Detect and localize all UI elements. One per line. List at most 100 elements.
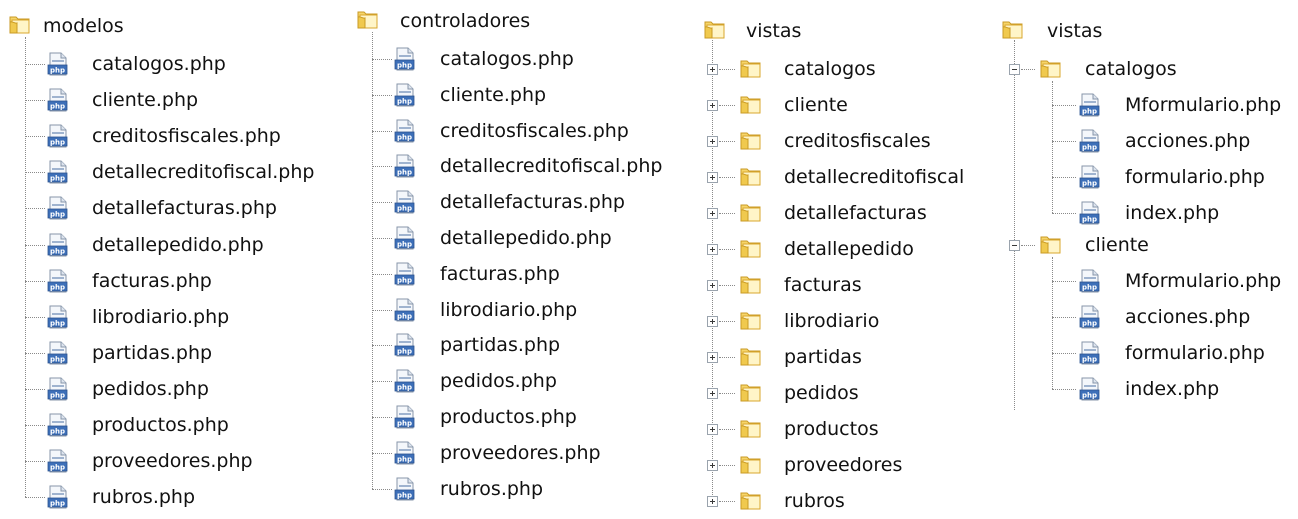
tree-item-file[interactable]: php detallecreditofiscal.php bbox=[350, 154, 680, 184]
tree-root-folder[interactable]: vistas bbox=[995, 18, 1295, 48]
tree-item-folder[interactable]: librodiario bbox=[695, 309, 985, 339]
tree-item-label: controladores bbox=[400, 10, 531, 32]
tree-item-label: catalogos.php bbox=[440, 48, 574, 70]
tree-item-label: creditosfiscales.php bbox=[92, 125, 281, 148]
tree-item-file[interactable]: php pedidos.php bbox=[350, 369, 680, 399]
svg-text:php: php bbox=[1082, 284, 1097, 292]
tree-item-folder[interactable]: cliente bbox=[695, 93, 985, 123]
php-file-icon: php bbox=[1079, 305, 1101, 329]
tree-item-label: cliente bbox=[784, 94, 848, 116]
php-file-icon: php bbox=[47, 124, 69, 148]
svg-text:php: php bbox=[50, 103, 65, 111]
tree-item-folder[interactable]: catalogos bbox=[695, 57, 985, 87]
tree-item-label: partidas.php bbox=[92, 341, 213, 364]
svg-text:php: php bbox=[50, 247, 65, 255]
php-file-icon: php bbox=[47, 305, 69, 329]
tree-item-file[interactable]: php facturas.php bbox=[350, 262, 680, 292]
tree-item-folder[interactable]: detallepedido bbox=[695, 237, 985, 267]
tree-root-folder[interactable]: controladores bbox=[350, 8, 680, 38]
php-file-icon: php bbox=[47, 160, 69, 184]
tree-root-folder[interactable]: modelos bbox=[0, 13, 340, 43]
tree-item-file[interactable]: php acciones.php bbox=[995, 129, 1295, 159]
tree-item-file[interactable]: php librodiario.php bbox=[350, 298, 680, 328]
folder-icon bbox=[703, 18, 727, 40]
tree-item-file[interactable]: php productos.php bbox=[350, 405, 680, 435]
tree-item-folder[interactable]: facturas bbox=[695, 273, 985, 303]
php-file-icon: php bbox=[47, 52, 69, 76]
php-file-icon: php bbox=[47, 269, 69, 293]
tree-item-file[interactable]: php librodiario.php bbox=[0, 305, 340, 335]
tree-item-folder[interactable]: detallefacturas bbox=[695, 201, 985, 231]
tree-item-file[interactable]: php proveedores.php bbox=[350, 441, 680, 471]
folder-icon bbox=[739, 165, 763, 187]
php-file-icon: php bbox=[394, 477, 416, 501]
tree-item-folder[interactable]: detallecreditofiscal bbox=[695, 165, 985, 195]
tree-item-label: acciones.php bbox=[1125, 306, 1251, 328]
tree-item-label: librodiario.php bbox=[440, 298, 578, 321]
tree-item-file[interactable]: php index.php bbox=[995, 201, 1295, 231]
php-file-icon: php bbox=[394, 405, 416, 429]
tree-item-file[interactable]: php formulario.php bbox=[995, 165, 1295, 195]
tree-item-file[interactable]: php partidas.php bbox=[0, 341, 340, 371]
php-file-icon: php bbox=[1079, 129, 1101, 153]
tree-item-folder[interactable]: proveedores bbox=[695, 453, 985, 483]
tree-item-folder[interactable]: productos bbox=[695, 417, 985, 447]
tree-item-file[interactable]: php catalogos.php bbox=[350, 47, 680, 77]
tree-item-file[interactable]: php detallepedido.php bbox=[350, 226, 680, 256]
folder-icon bbox=[356, 8, 380, 30]
tree-item-label: creditosfiscales bbox=[784, 130, 931, 152]
svg-text:php: php bbox=[397, 169, 412, 177]
tree-item-file[interactable]: php index.php bbox=[995, 377, 1295, 407]
tree-item-folder[interactable]: pedidos bbox=[695, 381, 985, 411]
tree-item-file[interactable]: php detallefacturas.php bbox=[0, 196, 340, 226]
tree-item-label: detallepedido.php bbox=[440, 227, 612, 249]
tree-item-folder[interactable]: catalogos bbox=[995, 57, 1295, 87]
tree-item-label: rubros bbox=[784, 490, 845, 512]
folder-icon bbox=[739, 57, 763, 79]
tree-item-file[interactable]: php partidas.php bbox=[350, 333, 680, 363]
tree-item-folder[interactable]: partidas bbox=[695, 345, 985, 375]
tree-item-file[interactable]: php cliente.php bbox=[350, 83, 680, 113]
tree-item-file[interactable]: php detallepedido.php bbox=[0, 233, 340, 263]
tree-item-file[interactable]: php cliente.php bbox=[0, 88, 340, 118]
php-file-icon: php bbox=[394, 154, 416, 178]
php-file-icon: php bbox=[394, 262, 416, 286]
tree-item-file[interactable]: php rubros.php bbox=[0, 485, 340, 515]
tree-item-file[interactable]: php detallefacturas.php bbox=[350, 190, 680, 220]
php-file-icon: php bbox=[1079, 93, 1101, 117]
tree-item-label: pedidos bbox=[784, 382, 859, 404]
tree-item-file[interactable]: php productos.php bbox=[0, 413, 340, 443]
tree-item-label: detallepedido.php bbox=[92, 233, 264, 256]
tree-item-file[interactable]: php acciones.php bbox=[995, 305, 1295, 335]
tree-item-file[interactable]: php detallecreditofiscal.php bbox=[0, 160, 340, 190]
tree-item-label: index.php bbox=[1125, 202, 1220, 224]
folder-icon bbox=[739, 345, 763, 367]
svg-text:php: php bbox=[397, 420, 412, 428]
tree-item-label: cliente.php bbox=[440, 83, 547, 106]
php-file-icon: php bbox=[47, 485, 69, 509]
php-file-icon: php bbox=[1079, 269, 1101, 293]
tree-item-file[interactable]: php facturas.php bbox=[0, 269, 340, 299]
php-file-icon: php bbox=[394, 333, 416, 357]
tree-item-file[interactable]: php proveedores.php bbox=[0, 449, 340, 479]
tree-item-file[interactable]: php rubros.php bbox=[350, 477, 680, 507]
tree-item-file[interactable]: php Mformulario.php bbox=[995, 93, 1295, 123]
tree-item-label: productos.php bbox=[92, 414, 229, 436]
tree-item-folder[interactable]: cliente bbox=[995, 233, 1295, 263]
svg-text:php: php bbox=[50, 464, 65, 472]
tree-item-folder[interactable]: rubros bbox=[695, 489, 985, 519]
tree-item-file[interactable]: php Mformulario.php bbox=[995, 269, 1295, 299]
tree-item-file[interactable]: php formulario.php bbox=[995, 341, 1295, 371]
tree-item-label: partidas.php bbox=[440, 334, 561, 357]
tree-item-label: detallecreditofiscal.php bbox=[92, 161, 315, 184]
tree-item-file[interactable]: php creditosfiscales.php bbox=[0, 124, 340, 154]
tree-item-folder[interactable]: creditosfiscales bbox=[695, 129, 985, 159]
tree-item-file[interactable]: php catalogos.php bbox=[0, 52, 340, 82]
tree-item-label: facturas bbox=[784, 274, 862, 296]
tree-item-file[interactable]: php pedidos.php bbox=[0, 377, 340, 407]
tree-panel-modelos: modelos php catalogos.php php cliente.php php… bbox=[0, 0, 340, 510]
tree-root-folder[interactable]: vistas bbox=[695, 18, 985, 48]
tree-item-label: formulario.php bbox=[1125, 166, 1265, 188]
tree-item-file[interactable]: php creditosfiscales.php bbox=[350, 119, 680, 149]
svg-text:php: php bbox=[397, 62, 412, 70]
